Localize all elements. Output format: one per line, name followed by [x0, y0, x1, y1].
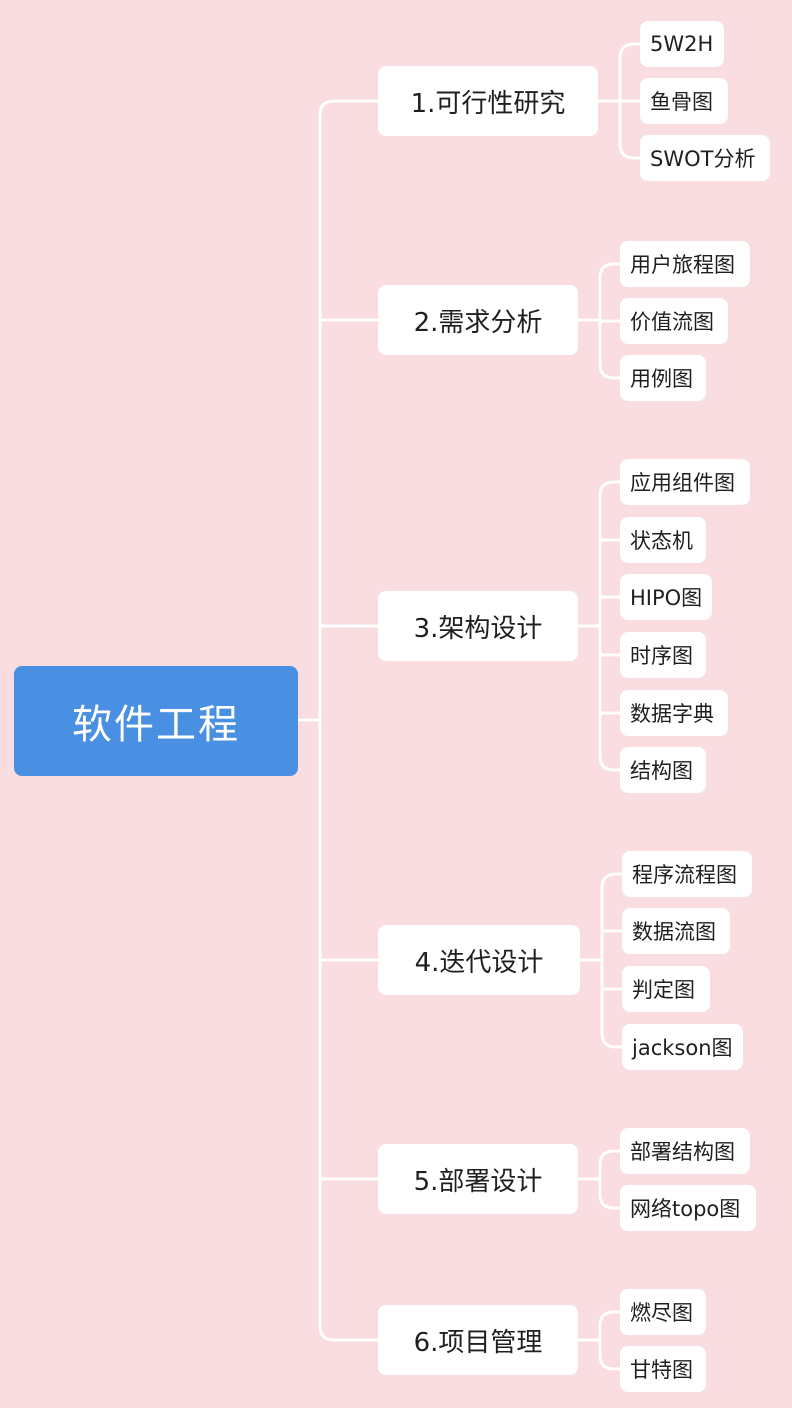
leaf-node[interactable]: jackson图 — [622, 1024, 743, 1070]
connector-line — [598, 1353, 622, 1371]
leaf-node[interactable]: 应用组件图 — [620, 459, 750, 505]
leaf-node[interactable]: 结构图 — [620, 747, 706, 793]
leaf-node[interactable]: 时序图 — [620, 632, 706, 678]
leaf-node[interactable]: 鱼骨图 — [640, 78, 728, 124]
leaf-node[interactable]: 状态机 — [620, 517, 706, 563]
connector-line — [598, 754, 622, 772]
leaf-node[interactable]: 网络topo图 — [620, 1185, 756, 1231]
connector-line — [618, 42, 642, 60]
leaf-node[interactable]: 甘特图 — [620, 1346, 706, 1392]
connector-line — [598, 1192, 622, 1210]
leaf-node[interactable]: HIPO图 — [620, 574, 713, 620]
connector-line — [598, 262, 622, 280]
branch-node-6[interactable]: 6.项目管理 — [378, 1305, 578, 1375]
connector-line — [618, 142, 642, 160]
mind-map: 软件工程 1.可行性研究 5W2H 鱼骨图 SWOT分析 2.需求分析 用户旅程图价值流图… — [0, 0, 792, 1408]
connector-line — [600, 872, 624, 890]
connector-line — [318, 99, 380, 117]
branch-node-5[interactable]: 5.部署设计 — [378, 1144, 578, 1214]
leaf-node[interactable]: 程序流程图 — [622, 851, 752, 897]
connector-line — [598, 362, 622, 380]
leaf-node[interactable]: 用户旅程图 — [620, 241, 750, 287]
connector-line — [318, 1324, 380, 1342]
connector-line — [598, 480, 622, 498]
leaf-node[interactable]: 数据流图 — [622, 908, 730, 954]
leaf-node[interactable]: 用例图 — [620, 355, 706, 401]
branch-node-1[interactable]: 1.可行性研究 — [378, 66, 598, 136]
leaf-node[interactable]: 判定图 — [622, 966, 710, 1012]
leaf-node[interactable]: 5W2H — [640, 21, 724, 67]
connector-line — [598, 1310, 622, 1328]
leaf-node[interactable]: SWOT分析 — [640, 135, 770, 181]
leaf-node[interactable]: 燃尽图 — [620, 1289, 706, 1335]
branch-node-4[interactable]: 4.迭代设计 — [378, 925, 580, 995]
leaf-node[interactable]: 数据字典 — [620, 690, 728, 736]
root-node[interactable]: 软件工程 — [14, 666, 298, 776]
branch-node-2[interactable]: 2.需求分析 — [378, 285, 578, 355]
leaf-node[interactable]: 部署结构图 — [620, 1128, 750, 1174]
connector-line — [598, 1149, 622, 1167]
branch-node-3[interactable]: 3.架构设计 — [378, 591, 578, 661]
leaf-node[interactable]: 价值流图 — [620, 298, 728, 344]
connector-line — [600, 1031, 624, 1049]
